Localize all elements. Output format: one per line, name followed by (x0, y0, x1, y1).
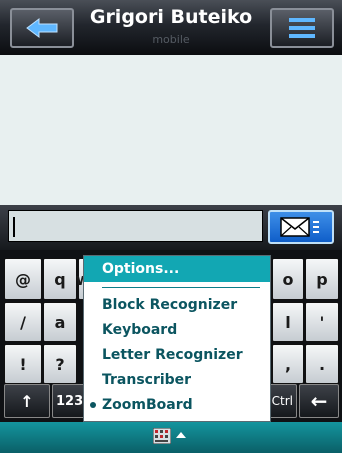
contact-name: Grigori Buteiko (89, 6, 253, 28)
send-button[interactable] (268, 210, 334, 244)
menu-item-letter-recognizer[interactable]: Letter Recognizer (102, 344, 266, 366)
header-bar: Grigori Buteiko mobile (0, 0, 342, 55)
key-q[interactable]: q (43, 258, 77, 300)
key-period[interactable]: . (305, 344, 339, 384)
back-arrow-icon (26, 18, 58, 38)
menu-item-options[interactable]: Options... (84, 256, 270, 282)
key-o[interactable]: o (272, 258, 304, 300)
menu-item-block-recognizer[interactable]: Block Recognizer (102, 294, 266, 316)
key-p[interactable]: p (305, 258, 339, 300)
key-a[interactable]: a (43, 302, 77, 342)
envelope-icon (280, 217, 319, 237)
input-method-menu: Options... Block Recognizer Keyboard Let… (83, 255, 271, 422)
menu-separator (102, 287, 260, 288)
menu-item-keyboard[interactable]: Keyboard (102, 319, 266, 341)
message-history (0, 55, 342, 205)
key-exclamation[interactable]: ! (4, 344, 42, 384)
key-shift[interactable]: ↑ (4, 384, 50, 418)
key-question[interactable]: ? (43, 344, 77, 384)
selected-bullet-icon (90, 402, 96, 408)
menu-item-zoomboard[interactable]: ZoomBoard (102, 394, 266, 416)
back-button[interactable] (10, 8, 74, 48)
menu-button[interactable] (270, 8, 334, 48)
menu-item-transcriber[interactable]: Transcriber (102, 369, 266, 391)
keyboard-grid-icon[interactable] (153, 428, 171, 444)
input-panel-bar (0, 422, 342, 453)
key-at[interactable]: @ (4, 258, 42, 300)
key-slash[interactable]: / (4, 302, 42, 342)
contact-subtitle: mobile (152, 33, 190, 46)
key-apostrophe[interactable]: ' (305, 302, 339, 342)
caret-up-icon[interactable] (176, 432, 186, 438)
key-numeric[interactable]: 123 (52, 384, 86, 418)
hamburger-menu-icon (289, 18, 315, 38)
text-caret (13, 217, 15, 237)
message-input[interactable] (8, 210, 263, 242)
key-comma[interactable]: , (272, 344, 304, 384)
key-l[interactable]: l (272, 302, 304, 342)
compose-bar (0, 205, 342, 250)
key-backspace[interactable]: ← (299, 384, 339, 418)
